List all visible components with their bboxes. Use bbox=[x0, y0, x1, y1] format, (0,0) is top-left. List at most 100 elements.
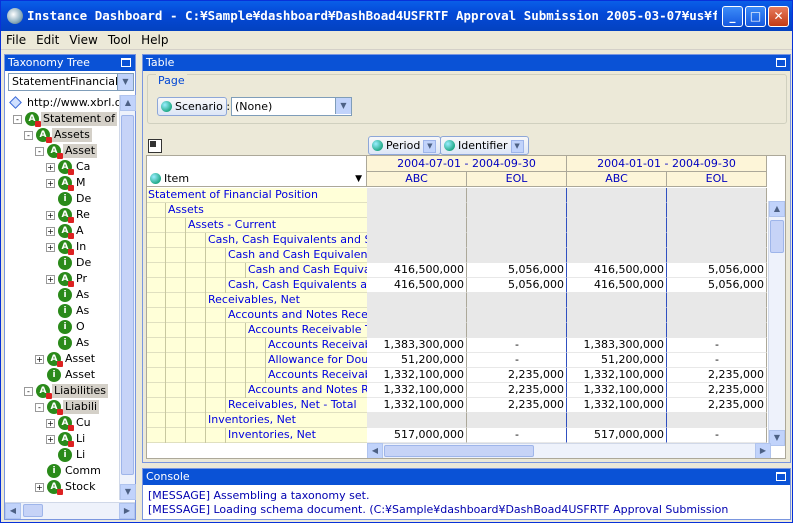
value-cell[interactable]: 51,200,000 bbox=[367, 353, 467, 368]
value-cell[interactable]: 2,235,000 bbox=[667, 398, 767, 413]
panel-maximize-icon[interactable] bbox=[121, 58, 131, 67]
value-cell[interactable] bbox=[467, 413, 567, 428]
panel-maximize-icon[interactable] bbox=[776, 472, 786, 481]
scroll-down-icon[interactable]: ▼ bbox=[120, 484, 136, 500]
item-header[interactable]: Item ▼ bbox=[147, 156, 367, 187]
value-cell[interactable] bbox=[367, 248, 467, 263]
value-cell[interactable] bbox=[567, 188, 667, 203]
value-cell[interactable] bbox=[567, 218, 667, 233]
row-label[interactable]: Cash and Cash Equivalents bbox=[147, 248, 367, 263]
value-cell[interactable]: - bbox=[667, 338, 767, 353]
row-label[interactable]: Accounts Receivable Trade bbox=[147, 323, 367, 338]
scroll-thumb[interactable] bbox=[770, 220, 784, 253]
chevron-down-icon[interactable]: ▼ bbox=[117, 74, 133, 90]
tree-node[interactable]: + A M bbox=[5, 175, 120, 191]
row-label[interactable]: Cash, Cash Equivalents and bbox=[147, 278, 367, 293]
value-cell[interactable]: 1,383,300,000 bbox=[567, 338, 667, 353]
value-cell[interactable]: 1,332,100,000 bbox=[567, 383, 667, 398]
scroll-thumb[interactable] bbox=[384, 445, 534, 457]
value-cell[interactable]: 1,332,100,000 bbox=[367, 368, 467, 383]
value-cell[interactable]: - bbox=[467, 353, 567, 368]
period-button[interactable]: Period ▼ bbox=[368, 136, 442, 155]
collapse-icon[interactable]: - bbox=[35, 147, 44, 156]
menu-help[interactable]: Help bbox=[136, 31, 173, 49]
tree-node[interactable]: - A Asset bbox=[5, 143, 120, 159]
identifier-button[interactable]: Identifier ▼ bbox=[440, 136, 529, 155]
row-label[interactable]: Cash and Cash Equivalents bbox=[147, 263, 367, 278]
tree-node[interactable]: - A Assets bbox=[5, 127, 120, 143]
tree-vertical-scrollbar[interactable]: ▲ ▼ bbox=[119, 95, 136, 500]
tree-node[interactable]: - A Liabilities bbox=[5, 383, 120, 399]
collapse-icon[interactable]: - bbox=[24, 131, 33, 140]
value-cell[interactable] bbox=[367, 293, 467, 308]
taxonomy-select[interactable]: StatementFinancial... ▼ bbox=[8, 73, 134, 91]
scroll-left-icon[interactable]: ◀ bbox=[367, 443, 383, 458]
scenario-select[interactable]: (None) ▼ bbox=[231, 97, 352, 116]
value-cell[interactable]: 2,235,000 bbox=[467, 383, 567, 398]
row-label[interactable]: Receivables, Net bbox=[147, 293, 367, 308]
title-bar[interactable]: Instance Dashboard - C:¥Sample¥dashboard… bbox=[1, 1, 792, 31]
minimize-button[interactable]: _ bbox=[722, 6, 743, 27]
value-cell[interactable]: 2,235,000 bbox=[467, 398, 567, 413]
tree-node[interactable]: i Comm bbox=[5, 463, 120, 479]
scroll-down-icon[interactable]: ▼ bbox=[769, 430, 785, 446]
tree-node[interactable]: + A Ca bbox=[5, 159, 120, 175]
layout-toggle-icon[interactable] bbox=[148, 139, 162, 153]
scroll-left-icon[interactable]: ◀ bbox=[5, 503, 21, 519]
value-cell[interactable] bbox=[467, 323, 567, 338]
value-cell[interactable] bbox=[567, 323, 667, 338]
menu-file[interactable]: File bbox=[1, 31, 31, 49]
value-cell[interactable]: 5,056,000 bbox=[667, 263, 767, 278]
value-cell[interactable]: 51,200,000 bbox=[567, 353, 667, 368]
value-cell[interactable]: 2,235,000 bbox=[467, 368, 567, 383]
tree-node[interactable]: + A Pr bbox=[5, 271, 120, 287]
tree-node[interactable]: iO bbox=[5, 319, 120, 335]
tree-node[interactable]: - A Statement of bbox=[5, 111, 120, 127]
value-cell[interactable]: - bbox=[667, 428, 767, 443]
value-cell[interactable]: 416,500,000 bbox=[567, 278, 667, 293]
value-cell[interactable] bbox=[367, 203, 467, 218]
tree-node[interactable]: + A Cu bbox=[5, 415, 120, 431]
expand-icon[interactable]: + bbox=[46, 419, 55, 428]
value-cell[interactable]: 5,056,000 bbox=[667, 278, 767, 293]
maximize-button[interactable]: □ bbox=[745, 6, 766, 27]
expand-icon[interactable]: + bbox=[46, 227, 55, 236]
value-cell[interactable] bbox=[567, 308, 667, 323]
value-cell[interactable] bbox=[367, 233, 467, 248]
tree-node[interactable]: http://www.xbrl.or bbox=[5, 95, 120, 111]
value-cell[interactable] bbox=[667, 233, 767, 248]
collapse-icon[interactable]: - bbox=[24, 387, 33, 396]
expand-icon[interactable]: + bbox=[46, 179, 55, 188]
value-cell[interactable] bbox=[467, 248, 567, 263]
value-cell[interactable]: 5,056,000 bbox=[467, 278, 567, 293]
value-cell[interactable]: 416,500,000 bbox=[367, 263, 467, 278]
value-cell[interactable] bbox=[667, 218, 767, 233]
value-cell[interactable] bbox=[667, 413, 767, 428]
value-cell[interactable] bbox=[467, 203, 567, 218]
tree-node[interactable]: + A Li bbox=[5, 431, 120, 447]
scroll-thumb[interactable] bbox=[23, 504, 43, 517]
item-column-button[interactable]: Item ▼ bbox=[147, 170, 364, 189]
grid-vertical-scrollbar[interactable]: ▲ ▼ bbox=[768, 201, 785, 446]
value-cell[interactable]: 2,235,000 bbox=[667, 368, 767, 383]
close-button[interactable]: ✕ bbox=[768, 6, 789, 27]
value-cell[interactable]: 1,332,100,000 bbox=[367, 398, 467, 413]
tree-node[interactable]: + A A bbox=[5, 223, 120, 239]
value-cell[interactable] bbox=[667, 188, 767, 203]
row-label[interactable]: Statement of Financial Position bbox=[147, 188, 367, 203]
tree-node[interactable]: i Asset bbox=[5, 367, 120, 383]
expand-icon[interactable]: + bbox=[46, 211, 55, 220]
row-label[interactable]: Accounts and Notes Receivable bbox=[147, 308, 367, 323]
scroll-right-icon[interactable]: ▶ bbox=[119, 503, 135, 519]
value-cell[interactable] bbox=[467, 308, 567, 323]
row-label[interactable]: Assets - Current bbox=[147, 218, 367, 233]
value-cell[interactable]: 517,000,000 bbox=[367, 428, 467, 443]
scroll-thumb[interactable] bbox=[121, 115, 134, 475]
value-cell[interactable] bbox=[667, 323, 767, 338]
tree-node[interactable]: i As bbox=[5, 335, 120, 351]
value-cell[interactable]: 1,332,100,000 bbox=[367, 383, 467, 398]
chevron-down-icon[interactable]: ▼ bbox=[510, 139, 524, 153]
chevron-down-icon[interactable]: ▼ bbox=[423, 139, 437, 153]
value-cell[interactable] bbox=[567, 233, 667, 248]
row-label[interactable]: Cash, Cash Equivalents and Short bbox=[147, 233, 367, 248]
